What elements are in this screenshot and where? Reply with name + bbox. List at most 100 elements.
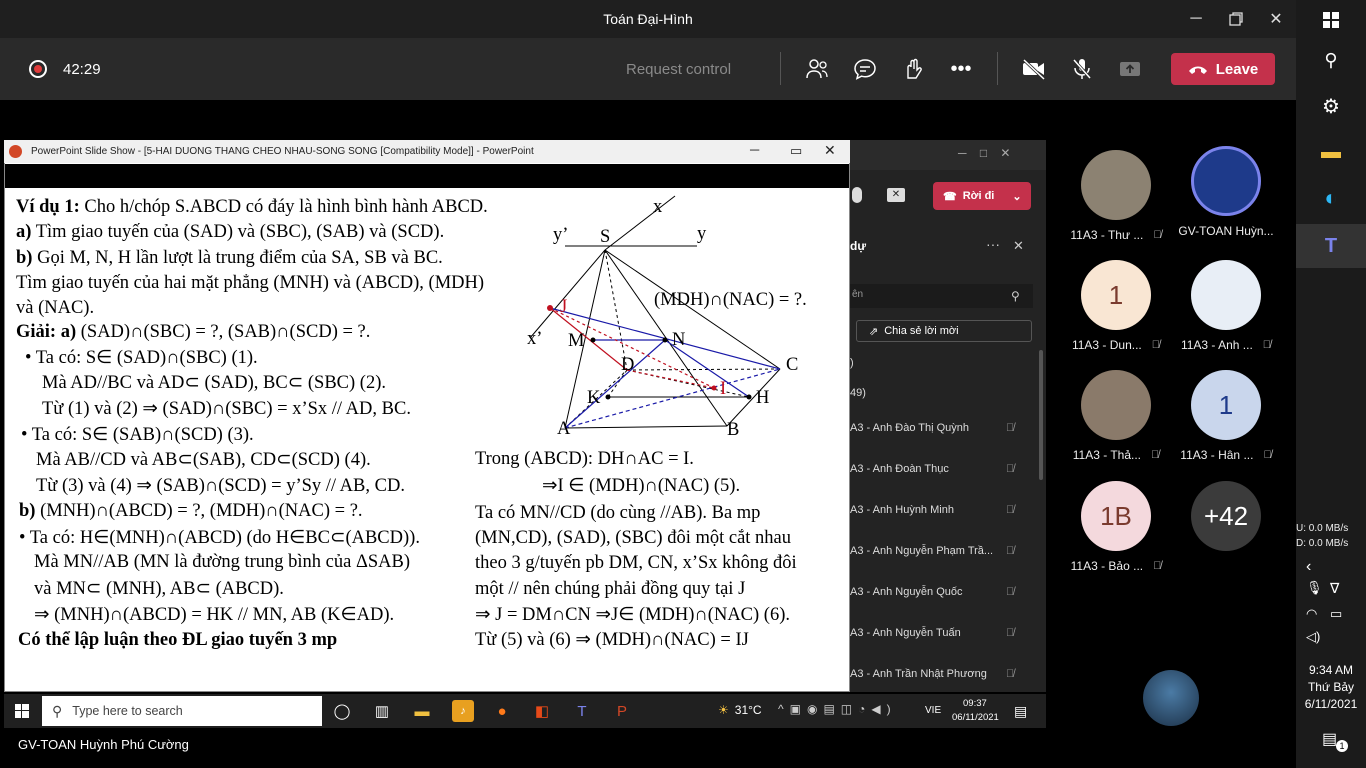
ghost-scrollbar[interactable] xyxy=(1039,350,1043,480)
teams-taskbar-icon[interactable]: T xyxy=(568,698,596,724)
people-button[interactable] xyxy=(804,57,830,81)
minimize-button[interactable]: ─ xyxy=(1176,0,1216,38)
reactions-button[interactable] xyxy=(900,57,926,81)
participant-tile[interactable]: 1B 11A3 - Bảo ... 🎙̸ xyxy=(1061,481,1171,591)
participant-name: 11A3 - Dun... xyxy=(1071,338,1142,352)
slide: Ví dụ 1: Cho h/chóp S.ABCD có đáy là hìn… xyxy=(5,188,849,666)
powerpoint-taskbar-icon[interactable]: P xyxy=(608,698,636,724)
mic-toggle-button[interactable] xyxy=(1069,57,1095,81)
teams-icon[interactable]: T xyxy=(1296,226,1366,266)
avatar xyxy=(1191,146,1261,216)
ghost-participant-row[interactable]: A3 - Anh Nguyễn Phạm Trầ... 🎙̸ xyxy=(850,545,1020,557)
mic-off-icon: 🎙̸ xyxy=(1153,229,1162,241)
ghost-participant-row[interactable]: A3 - Anh Nguyễn Quốc 🎙̸ xyxy=(850,586,1020,598)
avatar: 1B xyxy=(1081,481,1151,551)
ppt-minimize-button[interactable]: ─ xyxy=(750,142,759,157)
settings-gear-icon[interactable]: ⚙ xyxy=(1296,86,1366,126)
close-window-button[interactable]: ✕ xyxy=(1256,0,1296,38)
avatar-initials: +42 xyxy=(1203,500,1249,531)
avatar-initials: 1B xyxy=(1100,500,1132,531)
ghost-search-input[interactable]: ên xyxy=(850,284,1033,308)
ppt-close-button[interactable]: ✕ xyxy=(824,142,836,159)
file-explorer-icon[interactable]: ▬ xyxy=(408,698,436,724)
cortana-icon[interactable]: ◯ xyxy=(328,698,356,724)
firefox-icon[interactable]: ● xyxy=(488,698,516,724)
avatar xyxy=(1081,150,1151,220)
taskbar-search-input[interactable]: ⚲ Type here to search xyxy=(42,696,322,726)
label-y-prime: y’ xyxy=(553,225,569,245)
label-I: I xyxy=(720,379,727,399)
wifi-icon[interactable]: ◠ xyxy=(1306,606,1317,622)
participant-tile[interactable]: +42 xyxy=(1171,481,1281,591)
ghost-invite-button[interactable]: ⇗ Chia sẻ lời mời xyxy=(856,320,1032,342)
windows-start-icon[interactable] xyxy=(8,698,36,724)
label-J: J xyxy=(560,297,568,317)
ghost-leave-button[interactable]: ☎ Rời đi ⌄ xyxy=(933,182,1031,210)
volume-icon[interactable]: ◁) xyxy=(1306,629,1320,645)
label-N: N xyxy=(672,330,686,350)
participant-tile[interactable]: GV-TOAN Huỳn... xyxy=(1171,146,1281,256)
recording-icon xyxy=(29,60,47,78)
tray-vector-icon[interactable]: ∇ xyxy=(1330,580,1339,597)
background-teams-window xyxy=(850,140,1046,692)
notification-icon[interactable]: ▤ xyxy=(1014,703,1027,720)
self-view-avatar[interactable] xyxy=(1143,670,1199,726)
task-view-icon[interactable]: ▥ xyxy=(368,698,396,724)
share-invite-icon: ⇗ xyxy=(869,325,879,338)
label-H: H xyxy=(756,388,770,408)
chat-button[interactable] xyxy=(852,57,878,81)
label-y: y xyxy=(697,224,707,244)
search-icon[interactable]: ⚲ xyxy=(1296,40,1366,80)
share-icon xyxy=(1120,62,1140,76)
system-date: 6/11/2021 xyxy=(1304,697,1358,711)
label-C: C xyxy=(786,355,799,375)
chevron-left-icon[interactable]: ‹ xyxy=(1306,558,1311,576)
chevron-down-icon: ⌄ xyxy=(1012,190,1022,203)
edge-icon[interactable]: ◐ xyxy=(1296,178,1366,218)
ghost-leave-label: Rời đi xyxy=(962,190,995,202)
participant-tile[interactable]: 11A3 - Thư ... 🎙̸ xyxy=(1061,150,1171,260)
label-A: A xyxy=(557,419,571,439)
ghost-more-icon[interactable]: ··· xyxy=(986,236,1000,252)
maximize-button[interactable] xyxy=(1216,0,1256,38)
powerpoint-icon xyxy=(9,145,22,158)
ghost-participant-row[interactable]: A3 - Anh Đoàn Thục 🎙̸ xyxy=(850,463,1020,475)
office-icon[interactable]: ◧ xyxy=(528,698,556,724)
ghost-participant-row[interactable]: A3 - Anh Trần Nhật Phương 🎙̸ xyxy=(850,668,1020,680)
folder-icon[interactable]: ▬ xyxy=(1296,132,1366,172)
request-control-button[interactable]: Request control xyxy=(626,61,731,78)
app-icon[interactable]: ♪ xyxy=(452,700,474,722)
tray-mic-icon[interactable]: 🎙 xyxy=(1306,580,1331,596)
call-timer: 42:29 xyxy=(63,61,101,78)
ppt-maximize-button[interactable]: ▭ xyxy=(790,143,802,159)
participant-name: 11A3 - Thư ... xyxy=(1070,228,1144,242)
camera-toggle-button[interactable] xyxy=(1021,57,1047,81)
powerpoint-titlebar: PowerPoint Slide Show - [5-HAI DUONG THA… xyxy=(4,140,850,163)
taskbar-date: 06/11/2021 xyxy=(952,712,999,723)
share-tray-button[interactable] xyxy=(1117,57,1143,81)
search-placeholder: Type here to search xyxy=(72,704,183,718)
participant-tile[interactable]: 11A3 - Anh ... 🎙̸ xyxy=(1171,260,1281,370)
battery-icon[interactable]: ▭ xyxy=(1330,606,1342,622)
taskbar-lang[interactable]: VIE xyxy=(925,705,941,716)
avatar-initials: 1 xyxy=(1218,389,1234,420)
mic-off-icon: 🎙̸ xyxy=(1006,545,1015,557)
weather-icon: ☀ xyxy=(718,703,729,717)
participant-tile[interactable]: 1 11A3 - Dun... 🎙̸ xyxy=(1061,260,1171,370)
ghost-close-panel-icon[interactable]: ✕ xyxy=(1013,238,1024,254)
tray-icons[interactable]: ^▣◉▤◫◔◀) xyxy=(778,702,897,716)
leave-button[interactable]: Leave xyxy=(1171,53,1275,85)
ghost-participant-name: A3 - Anh Nguyễn Tuấn xyxy=(850,627,961,639)
action-center-icon[interactable]: ▤ xyxy=(1322,729,1337,749)
weather-widget[interactable]: ☀ 31°C xyxy=(718,703,762,717)
avatar: 1 xyxy=(1081,260,1151,330)
ghost-participant-row[interactable]: A3 - Anh Huỳnh Minh 🎙̸ xyxy=(850,504,1020,516)
participant-tile[interactable]: 11A3 - Thả... 🎙̸ xyxy=(1061,370,1171,480)
ghost-participant-row[interactable]: A3 - Anh Nguyễn Tuấn 🎙̸ xyxy=(850,627,1020,639)
more-actions-button[interactable]: ••• xyxy=(948,57,974,81)
windows-logo-icon[interactable] xyxy=(1296,0,1366,40)
participant-name: 11A3 - Thả... xyxy=(1072,448,1141,462)
weather-text: 31°C xyxy=(734,703,762,717)
ghost-participant-row[interactable]: A3 - Anh Đào Thị Quỳnh 🎙̸ xyxy=(850,422,1020,434)
participant-tile[interactable]: 1 11A3 - Hân ... 🎙̸ xyxy=(1171,370,1281,480)
